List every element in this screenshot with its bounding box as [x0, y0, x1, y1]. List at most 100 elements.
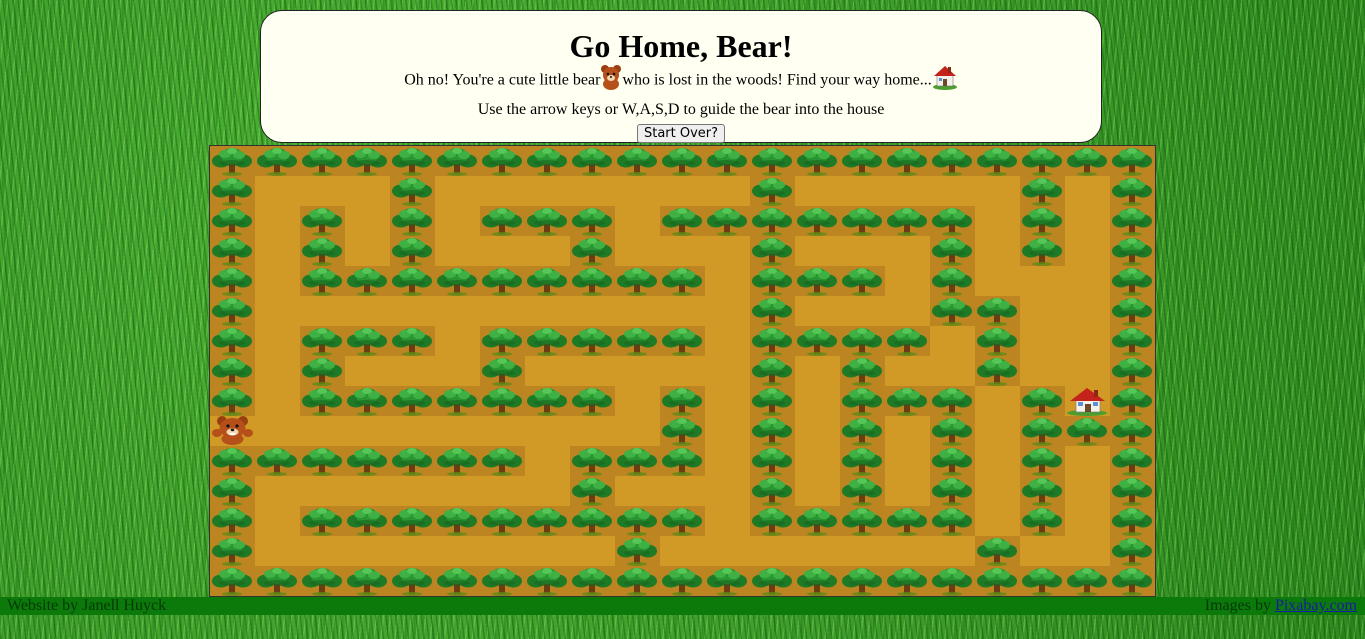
tree-wall	[1020, 206, 1065, 236]
tree-wall	[1065, 416, 1110, 446]
tree-icon	[347, 328, 387, 356]
tree-wall	[975, 326, 1020, 356]
tree-icon	[977, 298, 1017, 326]
tree-icon	[932, 298, 972, 326]
tree-wall	[930, 296, 975, 326]
tree-wall	[210, 296, 255, 326]
pixabay-link[interactable]: Pixabay.com	[1275, 597, 1357, 614]
tree-icon	[302, 448, 342, 476]
tree-icon	[797, 328, 837, 356]
start-over-button[interactable]: Start Over?	[636, 124, 726, 143]
tree-wall	[300, 236, 345, 266]
tree-wall	[255, 446, 300, 476]
tree-icon	[932, 418, 972, 446]
tree-wall	[210, 326, 255, 356]
tree-icon	[437, 568, 477, 596]
tree-icon	[482, 508, 522, 536]
tree-icon	[932, 268, 972, 296]
tree-icon	[932, 208, 972, 236]
tree-wall	[930, 206, 975, 236]
tree-icon	[842, 358, 882, 386]
header-panel: Go Home, Bear! Oh no! You're a cute litt…	[260, 10, 1102, 143]
tree-icon	[392, 238, 432, 266]
tree-wall	[660, 386, 705, 416]
tree-icon	[482, 208, 522, 236]
tree-wall	[840, 206, 885, 236]
tree-icon	[1022, 478, 1062, 506]
tree-wall	[210, 506, 255, 536]
tree-icon	[932, 148, 972, 176]
house-icon	[1065, 386, 1110, 420]
tree-icon	[887, 148, 927, 176]
tree-wall	[480, 146, 525, 176]
tree-wall	[660, 206, 705, 236]
tree-icon	[752, 298, 792, 326]
tree-icon	[842, 418, 882, 446]
tree-wall	[390, 176, 435, 206]
tree-wall	[570, 476, 615, 506]
tree-wall	[1020, 146, 1065, 176]
tree-icon	[302, 388, 342, 416]
tree-icon	[887, 328, 927, 356]
tree-icon	[977, 148, 1017, 176]
tree-wall	[1065, 146, 1110, 176]
tree-icon	[572, 508, 612, 536]
tree-icon	[752, 418, 792, 446]
tree-wall	[615, 446, 660, 476]
tree-icon	[392, 508, 432, 536]
tree-wall	[750, 386, 795, 416]
tree-wall	[660, 506, 705, 536]
tree-wall	[795, 266, 840, 296]
tree-icon	[572, 268, 612, 296]
bear-icon	[600, 64, 622, 98]
tree-wall	[390, 326, 435, 356]
tree-icon	[617, 328, 657, 356]
tree-wall	[525, 566, 570, 596]
tree-icon	[482, 268, 522, 296]
tree-icon	[662, 208, 702, 236]
tree-icon	[572, 238, 612, 266]
tree-icon	[347, 268, 387, 296]
tree-wall	[840, 446, 885, 476]
tree-icon	[842, 328, 882, 356]
tree-wall	[750, 356, 795, 386]
tree-icon	[707, 568, 747, 596]
tree-icon	[1022, 568, 1062, 596]
tree-wall	[300, 326, 345, 356]
tree-icon	[1022, 508, 1062, 536]
tree-wall	[750, 446, 795, 476]
tree-icon	[752, 148, 792, 176]
tree-icon	[212, 208, 252, 236]
tree-icon	[212, 448, 252, 476]
tree-wall	[570, 506, 615, 536]
tree-wall	[210, 476, 255, 506]
page-title: Go Home, Bear!	[569, 28, 793, 64]
tree-wall	[210, 386, 255, 416]
tree-wall	[660, 566, 705, 596]
tree-wall	[750, 296, 795, 326]
tree-icon	[437, 148, 477, 176]
tree-icon	[752, 388, 792, 416]
tree-icon	[302, 508, 342, 536]
tree-wall	[705, 206, 750, 236]
tree-wall	[1110, 386, 1155, 416]
tree-wall	[1020, 506, 1065, 536]
tree-icon	[1112, 208, 1152, 236]
tree-wall	[480, 206, 525, 236]
tree-icon	[347, 448, 387, 476]
intro-text-start: Oh no! You're a cute little bear	[404, 71, 601, 89]
tree-wall	[705, 146, 750, 176]
tree-wall	[1110, 536, 1155, 566]
tree-icon	[1112, 178, 1152, 206]
tree-wall	[390, 236, 435, 266]
tree-icon	[572, 148, 612, 176]
tree-icon	[212, 268, 252, 296]
tree-wall	[390, 566, 435, 596]
tree-icon	[752, 328, 792, 356]
tree-wall	[570, 386, 615, 416]
tree-icon	[572, 388, 612, 416]
tree-icon	[1022, 178, 1062, 206]
tree-wall	[975, 296, 1020, 326]
tree-wall	[1110, 296, 1155, 326]
tree-icon	[347, 388, 387, 416]
